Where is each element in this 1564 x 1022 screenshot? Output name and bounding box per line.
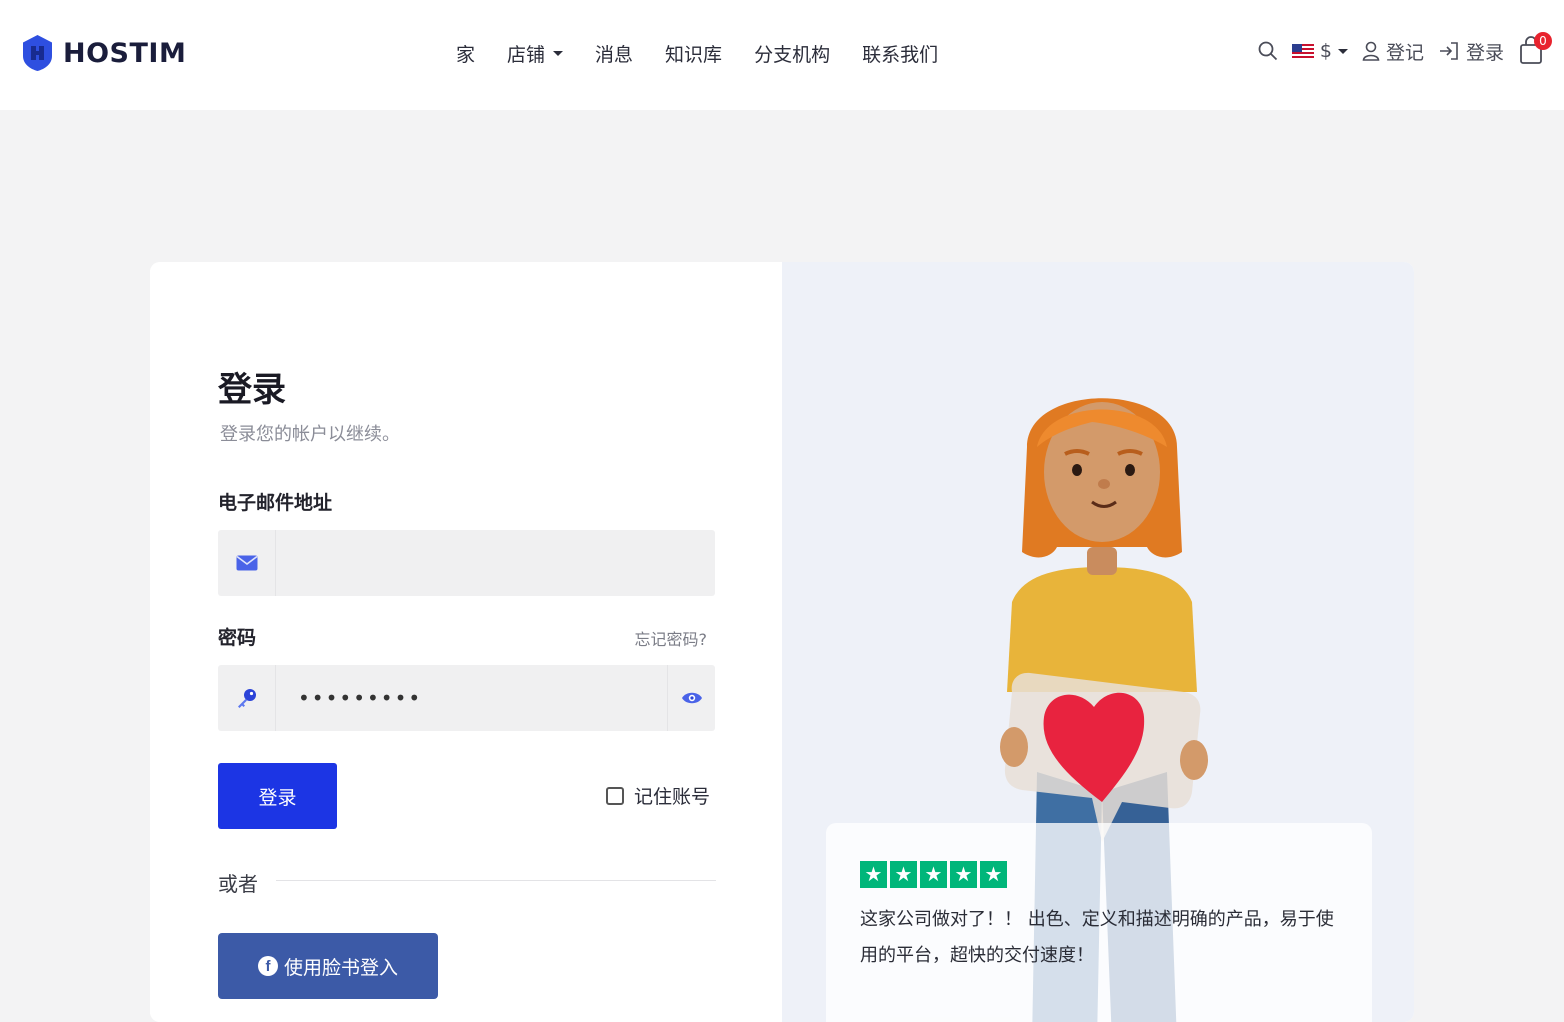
nav-item-home[interactable]: 家 (456, 40, 475, 67)
search-button[interactable] (1258, 41, 1278, 61)
password-field (218, 665, 715, 731)
nav-item-news[interactable]: 消息 (595, 40, 633, 67)
remember-me[interactable]: 记住账号 (606, 782, 710, 809)
envelope-icon (218, 530, 276, 596)
nav-item-shop[interactable]: 店铺 (507, 40, 564, 67)
nav-label: 联系我们 (862, 44, 939, 66)
login-button[interactable]: 登录 (218, 763, 337, 829)
star-icon: ★ (950, 861, 977, 888)
forgot-password-link[interactable]: 忘记密码? (635, 626, 708, 650)
eye-icon[interactable] (667, 665, 715, 731)
nav-item-knowledge-base[interactable]: 知识库 (665, 40, 722, 67)
nav-item-affiliates[interactable]: 分支机构 (754, 40, 830, 67)
email-input[interactable] (276, 530, 715, 596)
facebook-button-label: 使用脸书登入 (283, 957, 398, 979)
sign-in-icon (1439, 42, 1458, 60)
nav-label: 家 (456, 44, 476, 66)
star-icon: ★ (920, 861, 947, 888)
user-icon (1362, 41, 1380, 61)
email-label: 电子邮件地址 (218, 492, 333, 514)
register-link[interactable]: 登记 (1362, 38, 1424, 65)
register-label: 登记 (1385, 41, 1424, 64)
main-nav: 家 店铺 消息 知识库 分支机构 联系我们 (456, 40, 938, 67)
cart: 0 (1518, 32, 1552, 66)
star-icon: ★ (980, 861, 1007, 888)
or-divider-label: 或者 (218, 872, 258, 896)
facebook-icon: f (257, 956, 278, 976)
remember-label: 记住账号 (634, 786, 711, 808)
site-header: HOSTIM 家 店铺 消息 知识库 分支机构 联系我们 $ 登记 登录 0 (0, 0, 1564, 110)
search-icon (1258, 41, 1278, 61)
cart-button[interactable]: 0 (1518, 32, 1552, 66)
review-card: ★ ★ ★ ★ ★ 这家公司做对了！！ 出色、定义和描述明确的产品，易于使用的平… (826, 823, 1372, 1022)
currency-symbol: $ (1319, 40, 1332, 62)
star-rating: ★ ★ ★ ★ ★ (860, 861, 1338, 888)
nav-label: 知识库 (665, 44, 723, 66)
facebook-login-button[interactable]: f 使用脸书登入 (218, 933, 438, 999)
login-form-panel: 登录 登录您的帐户以继续。 电子邮件地址 密码 忘记密码? 登录 记住账号 或者 (150, 262, 782, 1022)
password-input[interactable] (276, 665, 667, 731)
star-icon: ★ (890, 861, 917, 888)
us-flag-icon (1291, 43, 1314, 59)
brand-logo[interactable]: HOSTIM (20, 34, 186, 72)
email-field (218, 530, 715, 596)
remember-checkbox[interactable] (606, 786, 624, 805)
caret-down-icon (1337, 48, 1348, 54)
nav-label: 消息 (595, 44, 634, 66)
illustration-panel: ★ ★ ★ ★ ★ 这家公司做对了！！ 出色、定义和描述明确的产品，易于使用的平… (782, 262, 1414, 1022)
nav-label: 店铺 (507, 44, 546, 66)
divider (276, 880, 716, 881)
star-icon: ★ (860, 861, 887, 888)
review-text: 这家公司做对了！！ 出色、定义和描述明确的产品，易于使用的平台，超快的交付速度！ (860, 909, 1334, 966)
brand-name: HOSTIM (63, 37, 187, 69)
currency-selector[interactable]: $ (1291, 40, 1348, 62)
page-title: 登录 (218, 370, 286, 410)
key-icon (218, 665, 276, 731)
cart-count-badge: 0 (1534, 32, 1552, 50)
caret-down-icon (553, 51, 564, 56)
login-card: 登录 登录您的帐户以继续。 电子邮件地址 密码 忘记密码? 登录 记住账号 或者 (150, 262, 1414, 1022)
page-subtitle: 登录您的帐户以继续。 (220, 424, 400, 445)
logo-shield-icon (23, 35, 52, 71)
login-link[interactable]: 登录 (1438, 38, 1504, 65)
header-actions: $ 登记 登录 0 (1258, 32, 1552, 66)
login-label: 登录 (1465, 41, 1504, 64)
nav-label: 分支机构 (754, 44, 831, 66)
password-label: 密码 (218, 627, 257, 649)
nav-item-contact[interactable]: 联系我们 (862, 40, 938, 67)
